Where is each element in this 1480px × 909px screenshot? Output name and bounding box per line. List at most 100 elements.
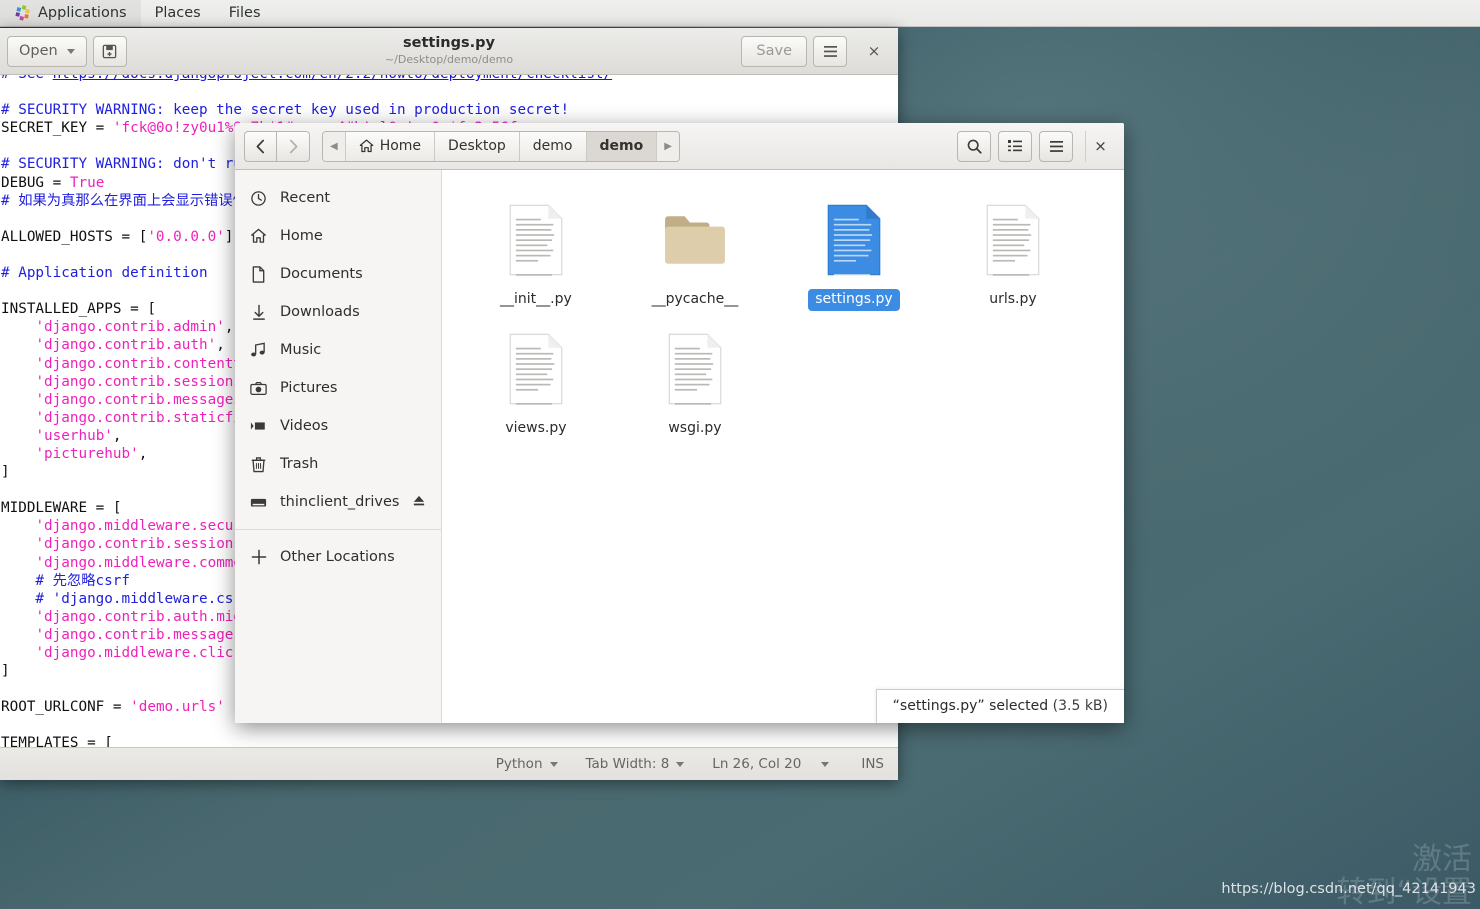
window-title: settings.py <box>403 34 495 51</box>
breadcrumb-scroll-left[interactable]: ◀ <box>323 131 346 161</box>
code-token: ROOT_URLCONF = <box>1 699 131 716</box>
save-button[interactable]: Save <box>741 35 807 67</box>
watermark-url-text: https://blog.csdn.net/qq_42141943 <box>1221 881 1476 897</box>
sidebar-item-label: Downloads <box>280 304 360 320</box>
code-token: TEMPLATES = [ <box>1 735 113 747</box>
top-panel: Applications Places Files <box>0 0 1480 27</box>
watermark-cjk-line2: 转到“设置 <box>1336 875 1472 909</box>
nautilus-headerbar: ◀ Home Desktop demo demo ▶ × <box>235 123 1124 170</box>
breadcrumb-label: Desktop <box>448 138 506 154</box>
folder-item[interactable]: __pycache__ <box>615 192 774 321</box>
code-token: True <box>69 174 105 191</box>
gedit-header-actions: Save × <box>741 35 891 67</box>
sidebar-item-label: Other Locations <box>280 549 395 565</box>
sidebar-item-videos[interactable]: Videos <box>235 407 441 445</box>
code-token: MIDDLEWARE = [ <box>1 500 122 517</box>
code-line: # SECURITY WARNING: keep the secret key … <box>0 101 898 119</box>
code-token: 'demo.urls' <box>130 699 225 716</box>
file-icon <box>504 329 568 409</box>
code-token: ] <box>1 663 10 680</box>
files-label: Files <box>228 5 261 21</box>
breadcrumb-item-desktop[interactable]: Desktop <box>435 131 520 161</box>
language-selector[interactable]: Python <box>482 756 572 772</box>
sidebar: Recent Home Documents Downloads Music Picture… <box>235 170 443 723</box>
home-icon <box>359 139 373 153</box>
file-item[interactable]: wsgi.py <box>615 321 774 450</box>
open-button[interactable]: Open <box>7 35 87 67</box>
file-item[interactable]: settings.py <box>774 192 933 321</box>
file-item[interactable]: views.py <box>456 321 615 450</box>
close-icon: × <box>867 42 881 60</box>
sidebar-item-other-locations[interactable]: Other Locations <box>235 538 441 576</box>
list-view-icon <box>1008 140 1022 152</box>
cursor-position: Ln 26, Col 20 <box>698 756 807 772</box>
view-toggle-button[interactable] <box>998 130 1032 162</box>
file-name-label: urls.py <box>989 291 1037 307</box>
close-icon: × <box>1094 137 1107 155</box>
applications-icon <box>15 4 30 21</box>
code-token: 'django.contrib.auth' <box>35 337 217 354</box>
navigation-buttons <box>244 130 310 162</box>
hamburger-icon <box>823 45 837 57</box>
open-button-label: Open <box>19 43 58 59</box>
code-token: # Application definition <box>1 265 208 282</box>
sidebar-item-recent[interactable]: Recent <box>235 179 441 217</box>
file-name-label: __init__.py <box>500 291 572 307</box>
code-token: , <box>112 427 122 444</box>
camera-icon <box>250 380 267 397</box>
sidebar-item-music[interactable]: Music <box>235 331 441 369</box>
breadcrumb-item-demo-current[interactable]: demo <box>586 131 658 161</box>
nautilus-menu-button[interactable] <box>1039 130 1073 162</box>
sidebar-item-pictures[interactable]: Pictures <box>235 369 441 407</box>
file-name-label: settings.py <box>808 289 900 311</box>
sidebar-item-documents[interactable]: Documents <box>235 255 441 293</box>
search-button[interactable] <box>957 130 991 162</box>
code-token: ] <box>1 464 10 481</box>
insert-mode-label: INS <box>861 756 884 772</box>
music-icon <box>250 342 267 359</box>
code-token: DEBUG = <box>1 174 70 191</box>
file-item[interactable]: urls.py <box>933 192 1092 321</box>
sidebar-item-thinclient-drives[interactable]: thinclient_drives <box>235 483 441 521</box>
position-dropdown[interactable] <box>807 761 851 767</box>
eject-icon[interactable] <box>412 494 426 511</box>
breadcrumb-item-demo[interactable]: demo <box>519 131 587 161</box>
save-as-button[interactable] <box>92 35 127 67</box>
drive-icon <box>250 494 267 511</box>
chevron-down-icon <box>549 761 558 767</box>
cursor-position-label: Ln 26, Col 20 <box>712 756 802 772</box>
gedit-close-button[interactable]: × <box>857 36 891 67</box>
video-icon <box>250 418 267 435</box>
breadcrumb-item-home[interactable]: Home <box>345 131 436 161</box>
forward-button[interactable] <box>277 130 310 162</box>
files-menu[interactable]: Files <box>215 0 275 27</box>
sidebar-item-downloads[interactable]: Downloads <box>235 293 441 331</box>
file-icon <box>822 200 886 280</box>
sidebar-item-label: Documents <box>280 266 363 282</box>
sidebar-item-home[interactable]: Home <box>235 217 441 255</box>
back-button[interactable] <box>244 130 277 162</box>
tab-width-label: Tab Width: 8 <box>585 756 670 772</box>
sidebar-item-trash[interactable]: Trash <box>235 445 441 483</box>
code-token: 'userhub' <box>35 427 113 444</box>
file-grid[interactable]: __init__.py __pycache__ settings.py urls.py… <box>442 170 1124 723</box>
breadcrumb-scroll-right[interactable]: ▶ <box>657 131 679 161</box>
language-label: Python <box>495 756 543 772</box>
file-icon <box>981 200 1045 280</box>
tab-width-selector[interactable]: Tab Width: 8 <box>572 756 699 772</box>
document-icon <box>250 265 267 283</box>
applications-menu[interactable]: Applications <box>0 0 141 27</box>
sidebar-item-label: Home <box>280 228 323 244</box>
gedit-menu-button[interactable] <box>813 35 847 67</box>
nautilus-close-button[interactable]: × <box>1085 130 1115 162</box>
chevron-down-icon <box>821 761 830 767</box>
file-item[interactable]: __init__.py <box>456 192 615 321</box>
places-menu[interactable]: Places <box>141 0 215 27</box>
